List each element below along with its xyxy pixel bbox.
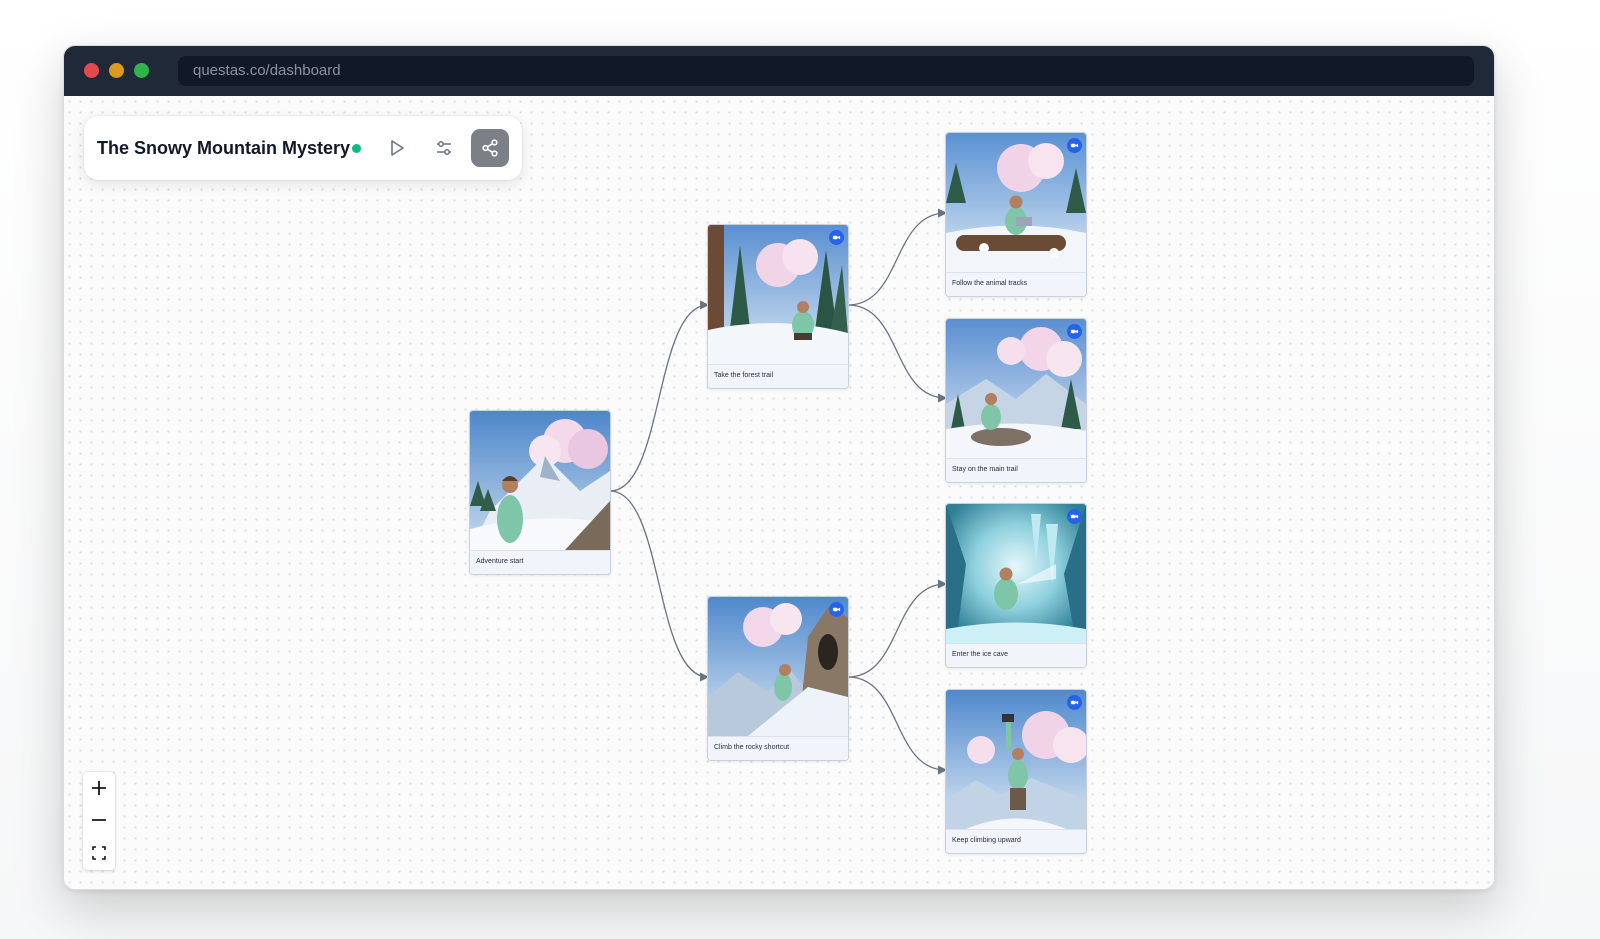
story-node-adventure-start[interactable]: Adventure start xyxy=(469,410,611,575)
video-camera-icon xyxy=(1070,514,1079,519)
scene-image xyxy=(946,133,1086,272)
story-toolbar: The Snowy Mountain Mystery xyxy=(84,116,522,180)
edge-forest-tracks xyxy=(847,208,948,306)
story-node-rocky-shortcut[interactable]: Climb the rocky shortcut xyxy=(707,596,849,761)
zoom-in-button[interactable] xyxy=(83,772,115,804)
edge-rocky-upward xyxy=(847,676,948,775)
edge-start-rocky xyxy=(609,490,710,682)
close-window-button[interactable] xyxy=(84,63,99,78)
play-icon xyxy=(391,140,404,156)
settings-sliders-icon xyxy=(437,141,451,155)
scene-image xyxy=(708,225,848,364)
address-bar[interactable]: questas.co/dashboard xyxy=(178,56,1474,86)
zoom-out-button[interactable] xyxy=(83,804,115,836)
edge-layer xyxy=(609,208,948,775)
video-badge xyxy=(1067,509,1082,524)
video-badge xyxy=(1067,324,1082,339)
minimize-window-button[interactable] xyxy=(109,63,124,78)
fullscreen-icon xyxy=(92,846,106,860)
node-caption: Take the forest trail xyxy=(708,364,848,388)
share-button[interactable] xyxy=(471,129,509,167)
video-badge xyxy=(1067,138,1082,153)
story-node-forest-trail[interactable]: Take the forest trail xyxy=(707,224,849,389)
story-node-ice-cave[interactable]: Enter the ice cave xyxy=(945,503,1087,668)
video-camera-icon xyxy=(1070,700,1079,705)
play-button[interactable] xyxy=(378,129,416,167)
browser-window: questas.co/dashboard The Snowy Mountain … xyxy=(63,45,1495,890)
title-bar: questas.co/dashboard xyxy=(64,46,1494,96)
video-camera-icon xyxy=(1070,143,1079,148)
video-badge xyxy=(1067,695,1082,710)
story-node-climbing-upward[interactable]: Keep climbing upward xyxy=(945,689,1087,854)
node-caption: Keep climbing upward xyxy=(946,829,1086,853)
scene-image xyxy=(946,690,1086,829)
node-caption: Enter the ice cave xyxy=(946,643,1086,667)
minus-icon xyxy=(92,819,106,821)
edge-forest-main xyxy=(847,304,948,403)
published-status-dot xyxy=(352,144,361,153)
plus-icon xyxy=(92,781,106,795)
zoom-controls xyxy=(83,772,115,870)
scene-image xyxy=(946,319,1086,458)
node-caption: Adventure start xyxy=(470,550,610,574)
edge-rocky-cave xyxy=(847,579,948,678)
share-icon xyxy=(482,139,498,157)
node-caption: Stay on the main trail xyxy=(946,458,1086,482)
video-camera-icon xyxy=(832,235,841,240)
scene-image xyxy=(470,411,610,550)
fit-view-button[interactable] xyxy=(83,837,115,869)
scene-image xyxy=(946,504,1086,643)
scene-image xyxy=(708,597,848,736)
video-badge xyxy=(829,230,844,245)
maximize-window-button[interactable] xyxy=(134,63,149,78)
story-title: The Snowy Mountain Mystery xyxy=(97,138,351,158)
story-node-animal-tracks[interactable]: Follow the animal tracks xyxy=(945,132,1087,297)
story-node-main-trail[interactable]: Stay on the main trail xyxy=(945,318,1087,483)
settings-button[interactable] xyxy=(425,129,463,167)
story-canvas[interactable]: The Snowy Mountain Mystery Adventure sta… xyxy=(64,96,1494,889)
video-camera-icon xyxy=(832,607,841,612)
node-caption: Climb the rocky shortcut xyxy=(708,736,848,760)
video-badge xyxy=(829,602,844,617)
edge-start-forest xyxy=(609,300,710,492)
video-camera-icon xyxy=(1070,329,1079,334)
node-caption: Follow the animal tracks xyxy=(946,272,1086,296)
